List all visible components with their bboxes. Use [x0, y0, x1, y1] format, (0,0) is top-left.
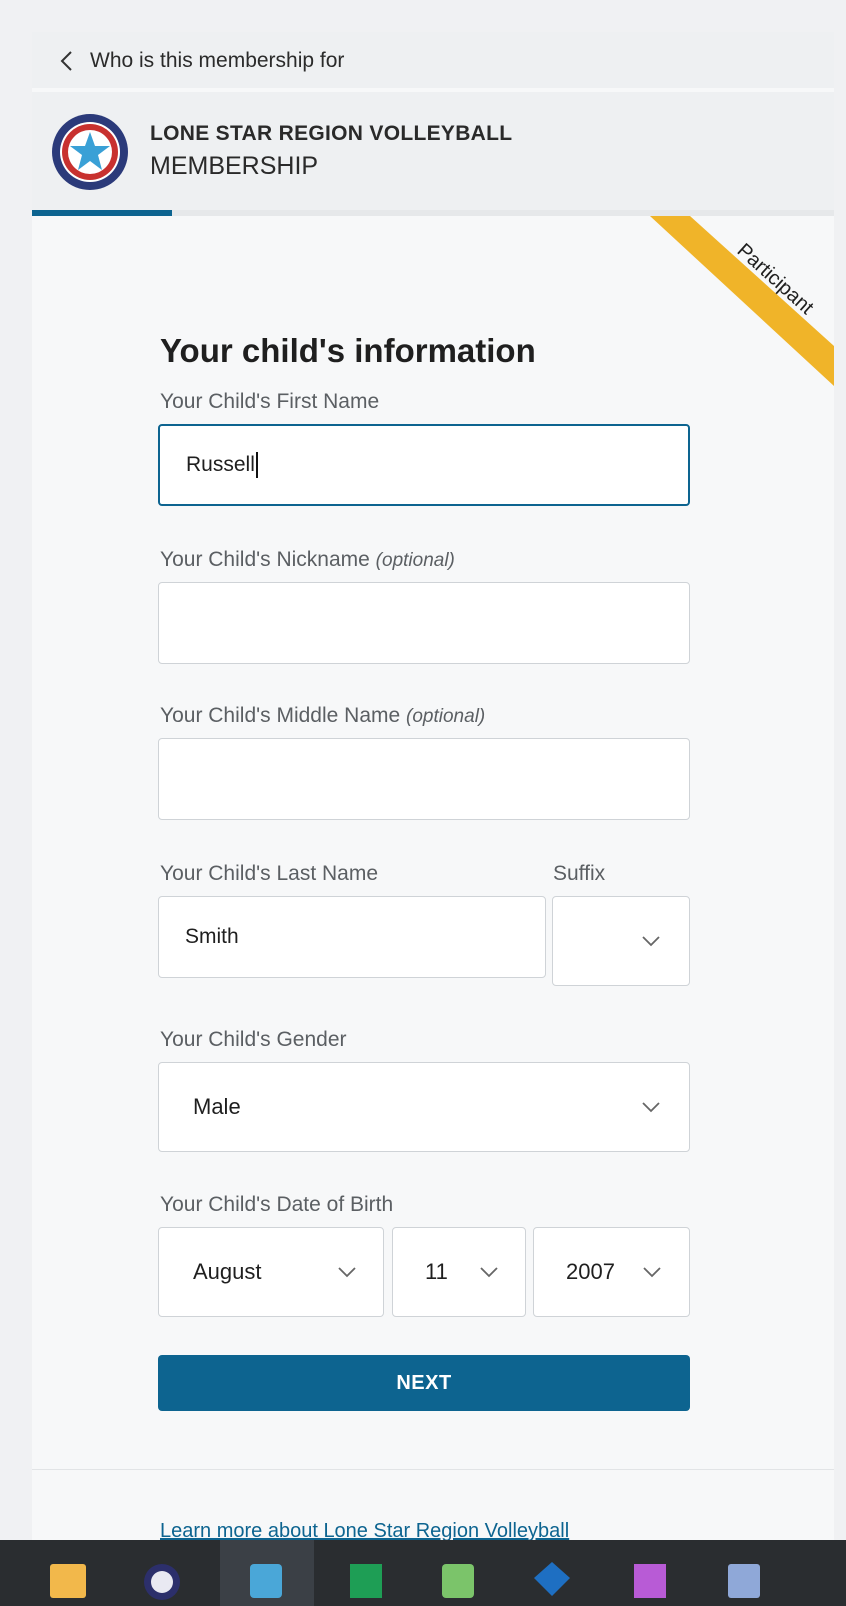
spreadsheet-icon[interactable] [436, 1556, 480, 1606]
chevron-down-icon [480, 1267, 498, 1278]
suffix-select[interactable] [552, 896, 690, 986]
membership-card: Who is this membership for LONE STAR REG… [32, 32, 834, 1577]
middle-name-label-text: Your Child's Middle Name [160, 704, 401, 727]
back-link[interactable]: Who is this membership for [90, 49, 344, 73]
chevron-down-icon [643, 1267, 661, 1278]
org-logo [52, 114, 128, 190]
section-title: Your child's information [160, 332, 536, 369]
nickname-field[interactable] [158, 582, 690, 664]
participant-ribbon: Participant [632, 216, 834, 386]
chevron-down-icon [642, 936, 660, 947]
dob-year-select[interactable]: 2007 [533, 1227, 690, 1317]
chevron-down-icon [642, 1102, 660, 1113]
back-bar[interactable]: Who is this membership for [32, 32, 834, 88]
gender-value: Male [193, 1094, 241, 1119]
middle-name-optional: (optional) [406, 706, 486, 727]
suffix-label: Suffix [553, 862, 606, 885]
chevron-left-icon[interactable] [58, 50, 76, 72]
presentation-icon[interactable] [628, 1556, 672, 1606]
last-name-field[interactable]: Smith [158, 896, 546, 978]
last-name-label: Your Child's Last Name [160, 862, 379, 885]
dob-month-select[interactable]: August [158, 1227, 384, 1317]
app-icon[interactable] [530, 1556, 574, 1606]
nickname-label-text: Your Child's Nickname [160, 548, 370, 571]
first-name-field[interactable]: Russell [158, 424, 690, 506]
org-name: LONE STAR REGION VOLLEYBALL [150, 122, 513, 145]
dob-label: Your Child's Date of Birth [160, 1193, 394, 1216]
middle-name-label: Your Child's Middle Name (optional) [160, 704, 485, 728]
dob-month-value: August [193, 1259, 262, 1284]
dob-year-value: 2007 [566, 1259, 615, 1284]
first-name-value: Russell [186, 453, 255, 476]
folder-icon[interactable] [46, 1556, 90, 1606]
nickname-label: Your Child's Nickname (optional) [160, 548, 455, 572]
eclipse-icon[interactable] [140, 1556, 184, 1606]
org-header: LONE STAR REGION VOLLEYBALL MEMBERSHIP [32, 92, 834, 210]
next-button[interactable]: NEXT [158, 1355, 690, 1411]
gender-select[interactable]: Male [158, 1062, 690, 1152]
dob-day-value: 11 [425, 1259, 448, 1284]
progress-fill [32, 210, 173, 216]
gender-label: Your Child's Gender [160, 1028, 347, 1051]
text-caret [255, 452, 258, 478]
chevron-down-icon [338, 1267, 356, 1278]
org-subtitle: MEMBERSHIP [150, 152, 319, 180]
middle-name-field[interactable] [158, 738, 690, 820]
first-name-label: Your Child's First Name [160, 390, 380, 413]
last-name-value: Smith [185, 925, 239, 948]
code-icon[interactable] [244, 1556, 288, 1606]
document-icon[interactable] [722, 1556, 766, 1606]
nickname-optional: (optional) [375, 550, 455, 571]
dob-day-select[interactable]: 11 [392, 1227, 526, 1317]
table-app-icon[interactable] [344, 1556, 388, 1606]
divider [32, 1469, 834, 1470]
os-taskbar [0, 1540, 846, 1606]
